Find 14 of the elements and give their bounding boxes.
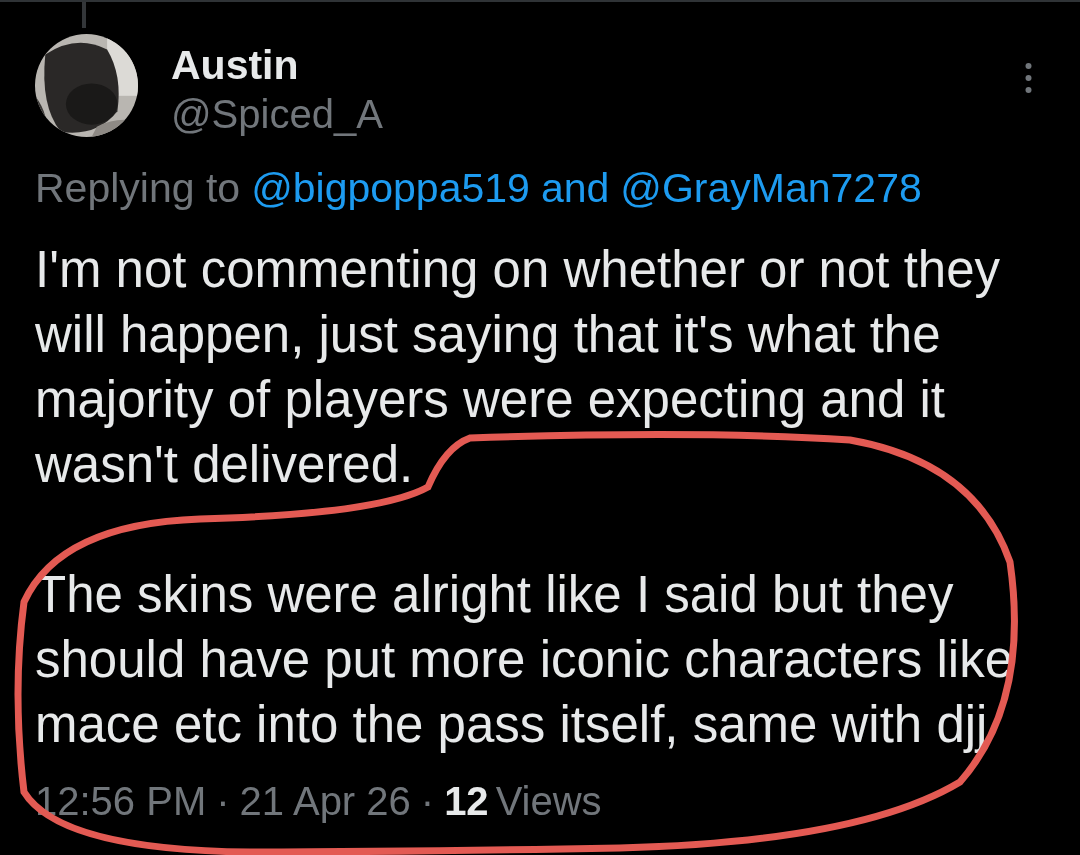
author-name[interactable]: Austin — [171, 40, 299, 90]
mention-link[interactable]: @bigpoppa519 — [251, 164, 530, 212]
views-count: 12 — [444, 778, 489, 825]
mention-link[interactable]: @GrayMan7278 — [620, 164, 922, 212]
tweet-paragraph: I'm not commenting on whether or not they will happen, just saying that it's what the majority of players were expecting and it wasn't delivered. — [35, 240, 1002, 495]
separator-dot: · — [216, 778, 230, 825]
views-label: Views — [495, 778, 602, 825]
tweet-time: 12:56 PM — [35, 778, 207, 825]
author-handle[interactable]: @Spiced_A — [171, 90, 383, 138]
conjunction-text: and — [540, 164, 610, 212]
tweet-date: 21 Apr 26 — [239, 778, 411, 825]
more-options-icon[interactable] — [1024, 62, 1033, 94]
separator-dot: · — [420, 778, 435, 825]
replying-label: Replying to — [35, 164, 241, 212]
